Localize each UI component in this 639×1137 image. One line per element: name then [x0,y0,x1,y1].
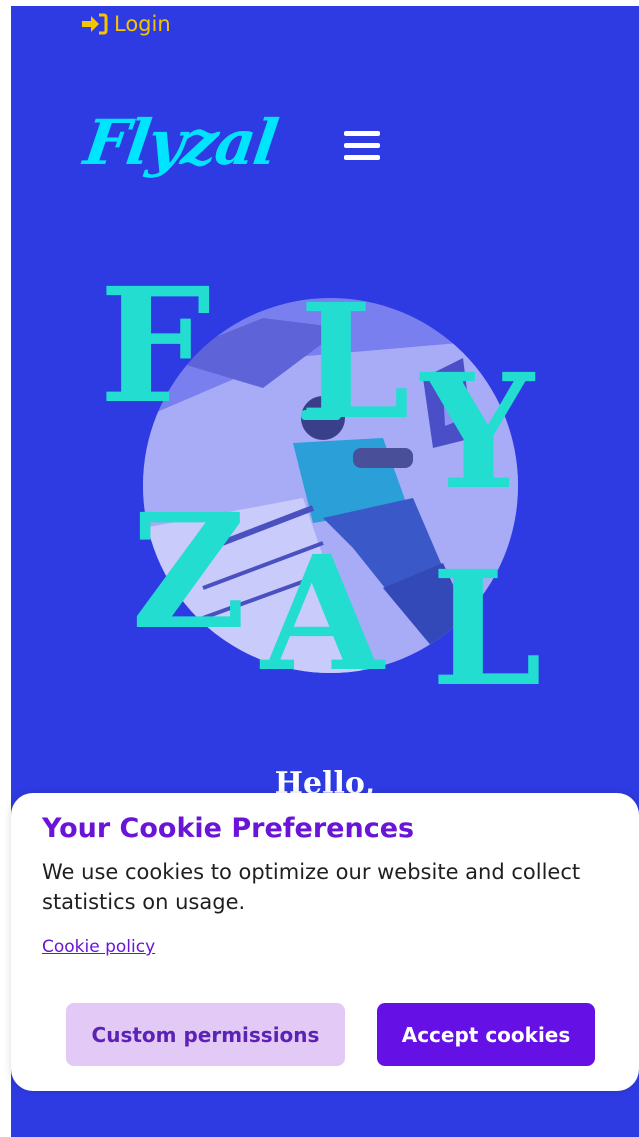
hero-letter-a: A [261,522,384,707]
hero-letter-l1: L [299,270,411,455]
cookie-policy-link[interactable]: Cookie policy [42,937,155,957]
accept-cookies-button[interactable]: Accept cookies [377,1003,595,1066]
site-logo[interactable]: Flyzal [80,106,281,179]
hero-letter-f: F [99,254,212,439]
hamburger-menu-icon[interactable] [344,131,380,161]
cookie-title: Your Cookie Preferences [42,813,415,844]
sign-in-icon [82,13,108,35]
login-link[interactable]: Login [80,12,171,36]
hero-letter-l2: L [431,537,543,722]
cookie-banner: Your Cookie Preferences We use cookies t… [11,793,639,1091]
custom-permissions-button[interactable]: Custom permissions [66,1003,345,1066]
hero-letter-z: Z [131,480,247,665]
cookie-message: We use cookies to optimize our website a… [42,860,581,914]
login-label: Login [114,12,171,36]
hero-letter-y: Y [421,340,534,525]
